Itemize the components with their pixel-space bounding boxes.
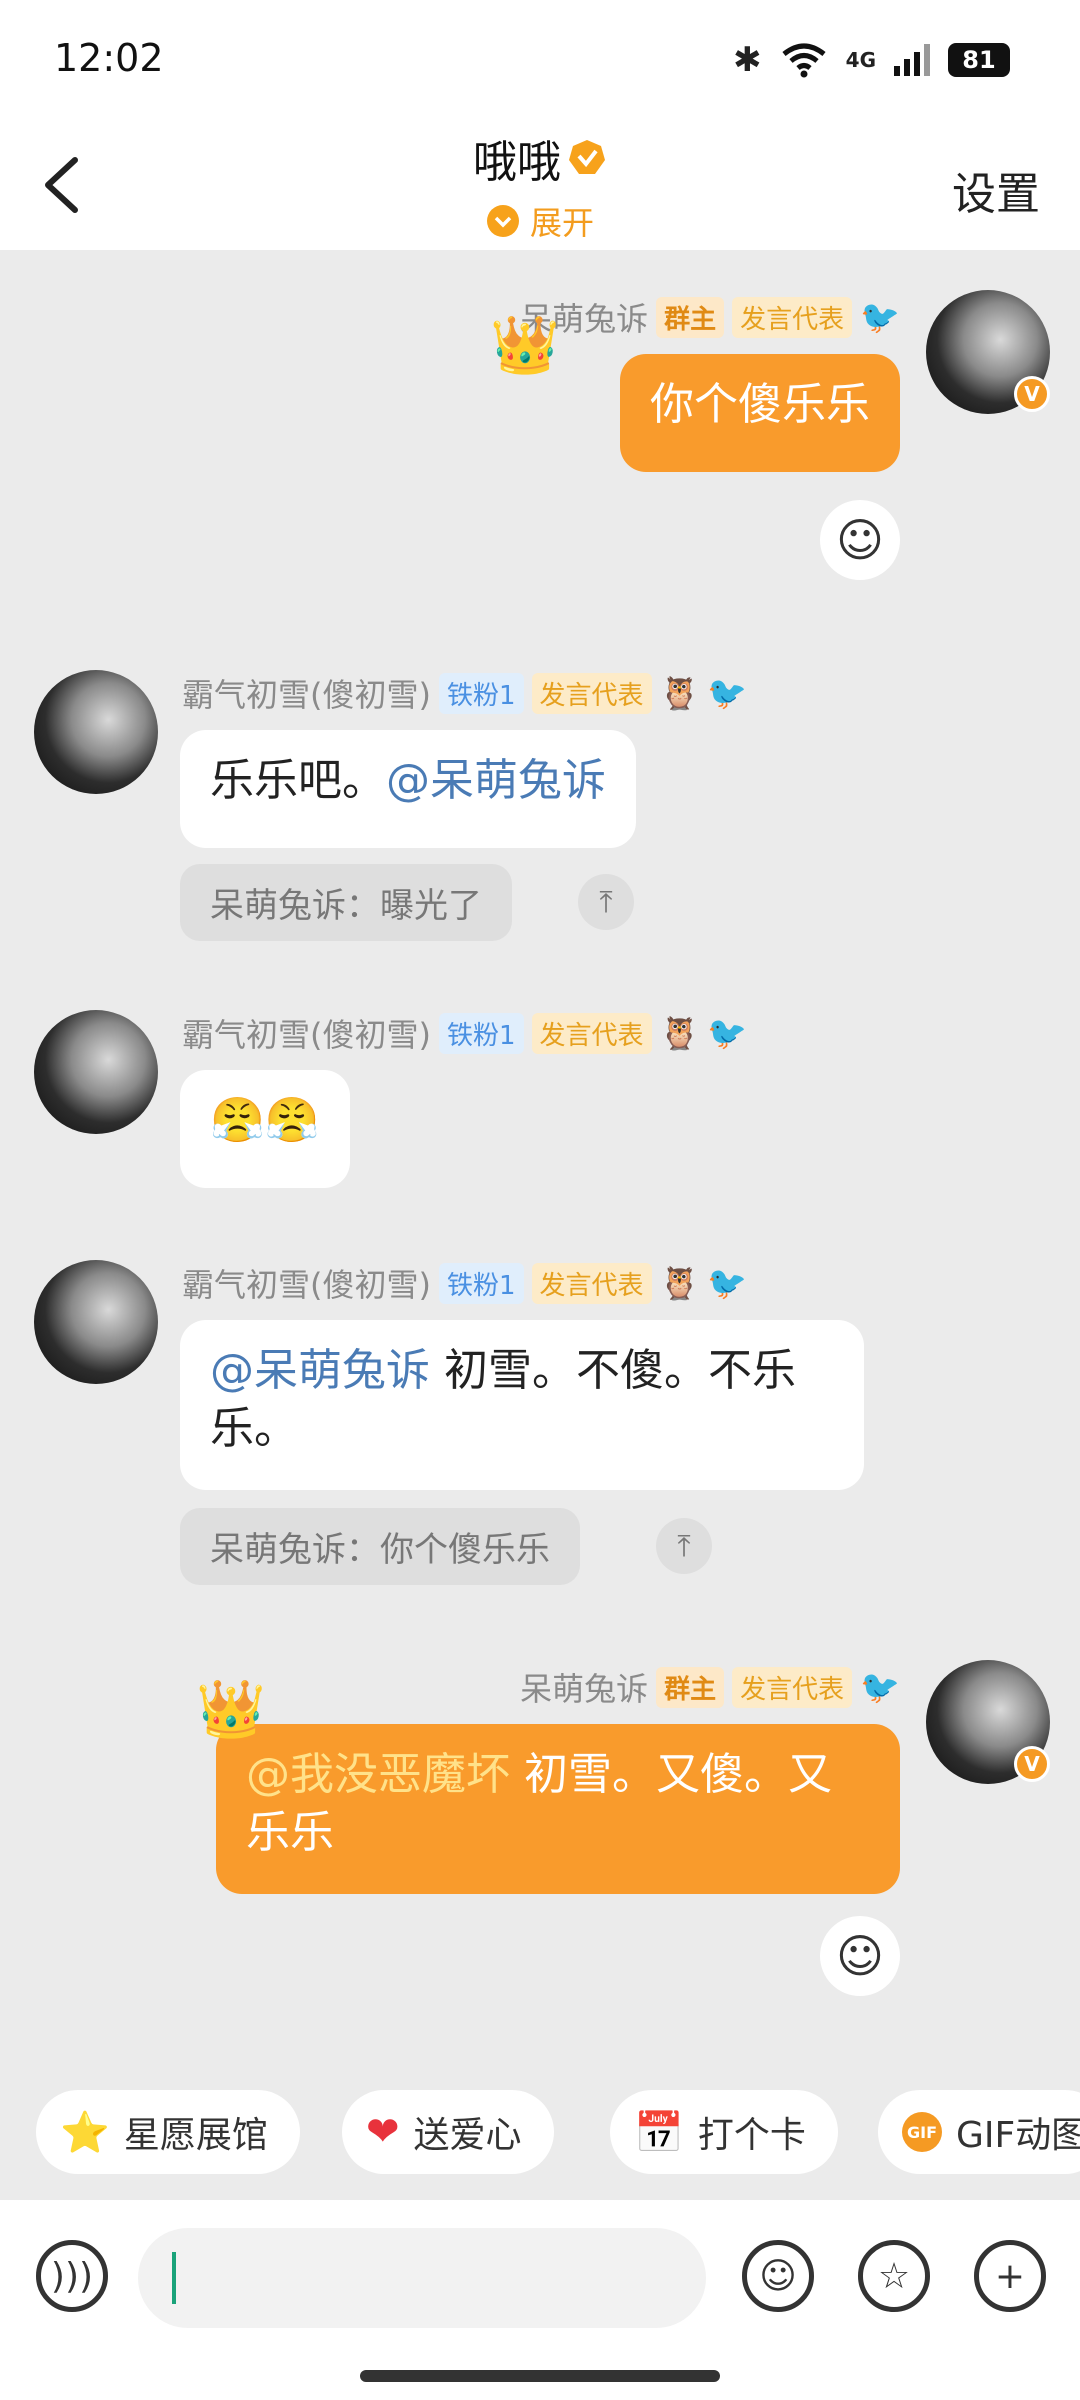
signal-icon: [894, 44, 930, 76]
emoji-picker-icon[interactable]: ☺: [742, 2240, 814, 2312]
bluetooth-icon: ✱: [733, 40, 762, 80]
fan-badge: 铁粉1: [438, 1012, 524, 1054]
quick-action-label: 星愿展馆: [123, 2115, 268, 2156]
add-reaction-button[interactable]: ☺: [820, 1916, 900, 1996]
avatar-verified-icon: V: [1014, 1746, 1050, 1782]
quoted-reply-text: 呆萌兔诉：曝光了: [210, 886, 482, 926]
expand-chevron-icon: [486, 205, 519, 237]
chat-title-text: 哦哦: [473, 137, 561, 188]
home-indicator[interactable]: [360, 2370, 720, 2382]
bird-badge-icon: 🐦: [860, 1668, 900, 1706]
voice-input-icon[interactable]: ))): [36, 2240, 108, 2312]
message-text: 😤😤: [210, 1095, 320, 1146]
jump-to-quote-icon[interactable]: ⤒: [656, 1518, 712, 1574]
quick-action-label: 打个卡: [697, 2115, 806, 2156]
owl-badge-icon: 🦉: [659, 674, 700, 712]
crown-icon: 👑: [490, 313, 560, 378]
quoted-reply[interactable]: 呆萌兔诉：曝光了: [180, 864, 512, 941]
verified-badge-icon: [569, 140, 605, 174]
rep-badge: 发言代表: [732, 1666, 853, 1708]
checkin-icon: 📅: [634, 2109, 684, 2156]
sender-meta: 霸气初雪(傻初雪) 铁粉1 发言代表 🦉 🐦: [182, 1010, 747, 1056]
message-text: 你个傻乐乐: [650, 379, 870, 430]
status-bar: 12:02 ✱ 4G 81: [0, 0, 1080, 120]
owner-badge: 群主: [656, 1666, 725, 1708]
gif-icon: GIF: [902, 2112, 942, 2152]
bird-badge-icon: 🐦: [707, 674, 748, 712]
mention-link[interactable]: @呆萌兔诉: [386, 755, 606, 806]
status-icons: ✱ 4G 81: [733, 38, 1010, 82]
expand-label: 展开: [529, 204, 594, 242]
mention-link[interactable]: @呆萌兔诉: [210, 1345, 430, 1396]
message-input[interactable]: [138, 2228, 706, 2328]
bird-badge-icon: 🐦: [707, 1264, 748, 1302]
chat-header: 哦哦 展开 设置: [0, 120, 1080, 250]
bird-badge-icon: 🐦: [707, 1014, 748, 1052]
sender-name: 霸气初雪(傻初雪): [182, 1266, 431, 1304]
add-reaction-button[interactable]: ☺: [820, 500, 900, 580]
message-bubble[interactable]: 乐乐吧。@呆萌兔诉: [180, 730, 636, 848]
star-icon: ⭐: [60, 2109, 110, 2156]
owl-badge-icon: 🦉: [659, 1264, 700, 1302]
sender-meta: 霸气初雪(傻初雪) 铁粉1 发言代表 🦉 🐦: [182, 1260, 747, 1306]
battery-indicator: 81: [948, 43, 1010, 77]
settings-button[interactable]: 设置: [952, 158, 1040, 222]
sender-name: 霸气初雪(傻初雪): [182, 1016, 431, 1054]
jump-to-quote-icon[interactable]: ⤒: [578, 874, 634, 930]
avatar-verified-icon: V: [1014, 376, 1050, 412]
avatar[interactable]: [34, 670, 158, 794]
fan-badge: 铁粉1: [438, 1262, 524, 1304]
message-text: 乐乐吧。: [210, 755, 386, 806]
owl-badge-icon: 🦉: [659, 1014, 700, 1052]
title-wrap: 哦哦: [0, 126, 1080, 190]
bird-badge-icon: 🐦: [860, 298, 900, 336]
quick-action-label: 送爱心: [413, 2115, 522, 2156]
expand-toggle[interactable]: 展开: [0, 198, 1080, 244]
rep-badge: 发言代表: [732, 296, 853, 338]
text-caret: [172, 2252, 176, 2304]
sender-meta: 霸气初雪(傻初雪) 铁粉1 发言代表 🦉 🐦: [182, 670, 747, 716]
quick-action-gif[interactable]: GIF GIF动图: [878, 2090, 1080, 2174]
owner-badge: 群主: [656, 296, 725, 338]
network-type: 4G: [845, 48, 876, 72]
sender-meta: 呆萌兔诉 群主 发言代表 🐦: [520, 1664, 900, 1710]
rep-badge: 发言代表: [531, 672, 652, 714]
message-bubble[interactable]: @我没恶魔坏 初雪。又傻。又乐乐: [216, 1724, 900, 1894]
crown-icon: 👑: [196, 1677, 266, 1742]
quick-action-star-gallery[interactable]: ⭐ 星愿展馆: [36, 2090, 300, 2174]
fan-badge: 铁粉1: [438, 672, 524, 714]
message-list[interactable]: 呆萌兔诉 群主 发言代表 🐦 V 你个傻乐乐 👑 ☺ 霸气初雪(傻初雪) 铁粉1…: [0, 250, 1080, 2090]
sender-name: 霸气初雪(傻初雪): [182, 676, 431, 714]
sender-name: 呆萌兔诉: [520, 1670, 649, 1708]
quick-action-label: GIF动图: [956, 2115, 1080, 2156]
message-bubble[interactable]: @呆萌兔诉 初雪。不傻。不乐乐。: [180, 1320, 864, 1490]
sender-meta: 呆萌兔诉 群主 发言代表 🐦: [520, 294, 900, 340]
heart-icon: ❤: [366, 2109, 400, 2155]
sticker-icon[interactable]: ☆: [858, 2240, 930, 2312]
status-time: 12:02: [54, 36, 164, 80]
more-options-icon[interactable]: +: [974, 2240, 1046, 2312]
quick-action-bar: ⭐ 星愿展馆 ❤ 送爱心 📅 打个卡 GIF GIF动图: [0, 2090, 1080, 2180]
message-bubble[interactable]: 你个傻乐乐: [620, 354, 900, 472]
wifi-icon: [782, 43, 826, 78]
rep-badge: 发言代表: [531, 1012, 652, 1054]
quoted-reply[interactable]: 呆萌兔诉：你个傻乐乐: [180, 1508, 580, 1585]
avatar[interactable]: [34, 1010, 158, 1134]
quick-action-send-heart[interactable]: ❤ 送爱心: [342, 2090, 554, 2174]
message-bubble[interactable]: 😤😤: [180, 1070, 350, 1188]
rep-badge: 发言代表: [531, 1262, 652, 1304]
mention-link[interactable]: @我没恶魔坏: [246, 1749, 510, 1800]
quick-action-checkin[interactable]: 📅 打个卡: [610, 2090, 838, 2174]
avatar[interactable]: [34, 1260, 158, 1384]
chat-title: 哦哦: [473, 126, 607, 190]
quoted-reply-text: 呆萌兔诉：你个傻乐乐: [210, 1530, 550, 1570]
